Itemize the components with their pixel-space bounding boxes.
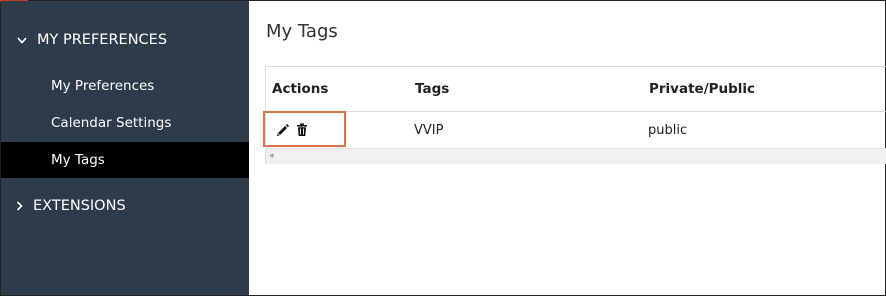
section-my-preferences[interactable]: MY PREFERENCES [1, 29, 249, 51]
horizontal-scrollbar[interactable]: ◂ [266, 148, 886, 164]
scroll-left-arrow-icon[interactable]: ◂ [269, 151, 279, 161]
delete-trash-icon[interactable] [295, 123, 309, 137]
sidebar-item-my-tags[interactable]: My Tags [1, 142, 249, 178]
chevron-down-icon [16, 29, 28, 51]
main-content: My Tags Actions Tags Private/Public VVIP… [249, 1, 886, 295]
table-header: Actions Tags Private/Public [266, 67, 886, 112]
sidebar-item-label: My Preferences [51, 78, 155, 94]
sidebar-item-label: My Tags [51, 152, 105, 168]
page-title: My Tags [266, 21, 338, 42]
edit-pencil-icon[interactable] [276, 123, 290, 137]
chevron-right-icon [13, 195, 25, 217]
column-header-actions[interactable]: Actions [272, 67, 328, 111]
tag-name-cell: VVIP [414, 122, 444, 138]
sidebar-item-label: Calendar Settings [51, 115, 172, 131]
sidebar-item-my-preferences[interactable]: My Preferences [1, 68, 249, 104]
table-row: VVIP public [266, 112, 886, 148]
visibility-cell: public [648, 122, 688, 138]
tags-table: Actions Tags Private/Public VVIP public … [265, 66, 886, 164]
section-label: EXTENSIONS [33, 198, 126, 214]
sidebar: MY PREFERENCES My Preferences Calendar S… [1, 1, 249, 295]
sidebar-item-calendar-settings[interactable]: Calendar Settings [1, 105, 249, 141]
section-extensions[interactable]: EXTENSIONS [1, 195, 249, 217]
column-header-tags[interactable]: Tags [415, 67, 449, 111]
column-header-visibility[interactable]: Private/Public [649, 67, 755, 111]
section-label: MY PREFERENCES [37, 32, 168, 48]
